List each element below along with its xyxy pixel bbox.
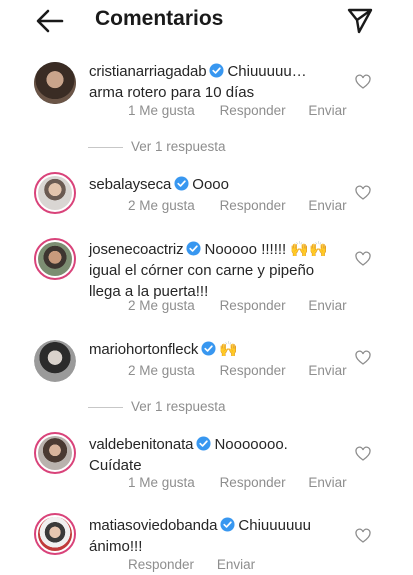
comment-username[interactable]: matiasoviedobanda <box>89 517 218 534</box>
avatar[interactable] <box>34 172 76 214</box>
back-arrow-icon[interactable] <box>34 6 66 36</box>
view-replies-button[interactable]: Ver 1 respuesta <box>88 139 226 157</box>
send-button[interactable]: Enviar <box>308 103 346 118</box>
avatar-photo <box>38 436 72 470</box>
avatar-photo <box>34 340 76 382</box>
comment-text: Oooo <box>192 176 229 193</box>
comment-meta: 2 Me gusta Responder Enviar <box>128 198 347 213</box>
avatar[interactable] <box>34 513 76 555</box>
comment-meta: 2 Me gusta Responder Enviar <box>128 298 347 313</box>
avatar-photo <box>38 242 72 276</box>
send-button[interactable]: Enviar <box>308 198 346 213</box>
reply-button[interactable]: Responder <box>220 475 286 490</box>
verified-badge-icon <box>196 436 211 451</box>
likes-count[interactable]: 2 Me gusta <box>128 298 195 313</box>
verified-badge-icon <box>186 241 202 256</box>
heart-icon[interactable] <box>355 185 371 201</box>
avatar[interactable] <box>34 238 76 280</box>
header-bar: Comentarios <box>0 0 413 44</box>
comment-username[interactable]: sebalayseca <box>89 176 171 193</box>
verified-badge-icon <box>220 517 235 532</box>
reply-button[interactable]: Responder <box>220 363 286 378</box>
verified-badge-icon <box>201 341 216 356</box>
page-title: Comentarios <box>95 7 224 30</box>
view-replies-label: Ver 1 respuesta <box>131 139 226 154</box>
likes-count[interactable]: 2 Me gusta <box>128 198 195 213</box>
comment-username[interactable]: cristianarriagadab <box>89 63 207 80</box>
avatar-photo <box>34 62 76 104</box>
comment-text: 🙌 <box>219 341 238 358</box>
reply-button[interactable]: Responder <box>128 557 194 572</box>
divider-line <box>88 146 123 148</box>
heart-icon[interactable] <box>355 528 371 544</box>
direct-send-icon[interactable] <box>345 5 375 35</box>
likes-count[interactable]: 1 Me gusta <box>128 103 195 118</box>
avatar[interactable] <box>34 432 76 474</box>
send-button[interactable]: Enviar <box>308 363 346 378</box>
send-button[interactable]: Enviar <box>217 557 255 572</box>
view-replies-label: Ver 1 respuesta <box>131 399 226 414</box>
avatar-photo <box>38 176 72 210</box>
avatar[interactable] <box>34 62 76 104</box>
comment-meta: 1 Me gusta Responder Enviar <box>128 475 347 490</box>
comment-username[interactable]: valdebenitonata <box>89 436 194 453</box>
send-button[interactable]: Enviar <box>308 298 346 313</box>
heart-icon[interactable] <box>355 74 371 90</box>
heart-icon[interactable] <box>355 446 371 462</box>
likes-count[interactable]: 2 Me gusta <box>128 363 195 378</box>
heart-icon[interactable] <box>355 251 371 267</box>
verified-badge-icon <box>209 63 224 78</box>
comment-meta: Responder Enviar <box>128 557 255 572</box>
reply-button[interactable]: Responder <box>220 103 286 118</box>
reply-button[interactable]: Responder <box>220 198 286 213</box>
send-button[interactable]: Enviar <box>308 475 346 490</box>
comment-meta: 1 Me gusta Responder Enviar <box>128 103 347 118</box>
view-replies-button[interactable]: Ver 1 respuesta <box>88 399 226 417</box>
avatar[interactable] <box>34 340 76 382</box>
comment-username[interactable]: mariohortonfleck <box>89 341 198 358</box>
avatar-photo <box>38 517 72 551</box>
reply-button[interactable]: Responder <box>220 298 286 313</box>
comment-meta: 2 Me gusta Responder Enviar <box>128 363 347 378</box>
divider-line <box>88 406 123 408</box>
comment-username[interactable]: josenecoactriz <box>89 241 184 258</box>
heart-icon[interactable] <box>355 350 371 366</box>
verified-badge-icon <box>174 176 189 191</box>
likes-count[interactable]: 1 Me gusta <box>128 475 195 490</box>
